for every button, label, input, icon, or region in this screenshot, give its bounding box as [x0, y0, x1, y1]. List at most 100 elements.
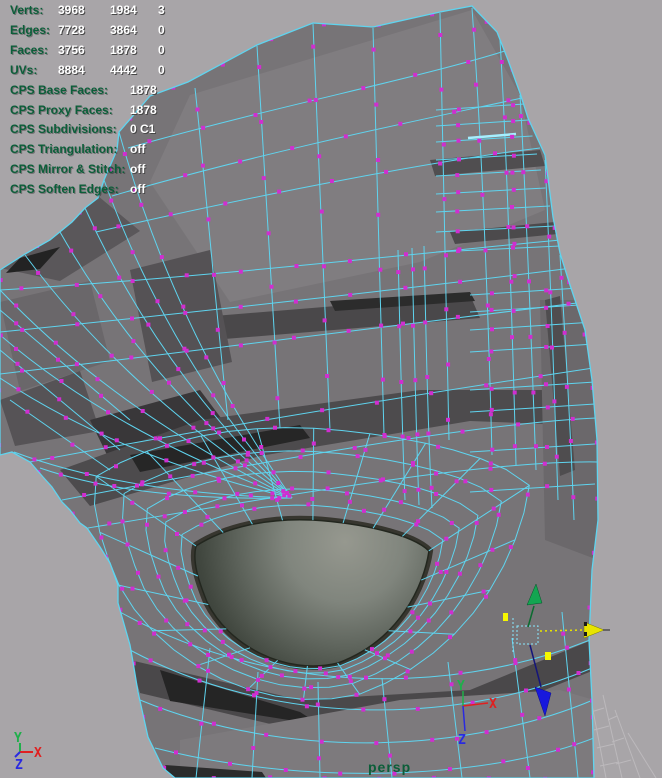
mesh-vertex[interactable]	[308, 99, 312, 103]
mesh-vertex[interactable]	[555, 455, 559, 459]
mesh-vertex[interactable]	[520, 713, 524, 717]
mesh-vertex[interactable]	[239, 305, 243, 309]
mesh-vertex[interactable]	[141, 409, 145, 413]
mesh-vertex[interactable]	[411, 461, 415, 465]
mesh-vertex[interactable]	[425, 375, 429, 379]
mesh-vertex[interactable]	[93, 226, 97, 230]
mesh-vertex[interactable]	[242, 438, 246, 442]
mesh-vertex[interactable]	[160, 255, 164, 259]
mesh-vertex[interactable]	[439, 570, 443, 574]
mesh-vertex[interactable]	[202, 461, 206, 465]
mesh-vertex[interactable]	[221, 640, 225, 644]
mesh-vertex[interactable]	[260, 451, 264, 455]
mesh-vertex[interactable]	[152, 632, 156, 636]
mesh-vertex[interactable]	[211, 411, 215, 415]
mesh-vertex[interactable]	[567, 302, 571, 306]
mesh-vertex[interactable]	[117, 276, 121, 280]
mesh-vertex[interactable]	[416, 519, 420, 523]
mesh-vertex[interactable]	[572, 742, 576, 746]
mesh-vertex[interactable]	[475, 521, 479, 525]
mesh-vertex[interactable]	[436, 445, 440, 449]
mesh-vertex[interactable]	[240, 658, 244, 662]
mesh-vertex[interactable]	[295, 264, 299, 268]
mesh-vertex[interactable]	[227, 653, 231, 657]
mesh-vertex[interactable]	[492, 507, 496, 511]
mesh-vertex[interactable]	[196, 664, 200, 668]
mesh-vertex[interactable]	[32, 457, 36, 461]
mesh-vertex[interactable]	[322, 264, 326, 268]
mesh-vertex[interactable]	[216, 328, 220, 332]
mesh-vertex[interactable]	[193, 490, 197, 494]
mesh-vertex[interactable]	[375, 651, 379, 655]
mesh-vertex[interactable]	[204, 421, 208, 425]
mesh-vertex[interactable]	[191, 474, 195, 478]
mesh-vertex[interactable]	[455, 173, 459, 177]
mesh-vertex[interactable]	[450, 682, 454, 686]
mesh-vertex[interactable]	[310, 497, 314, 501]
mesh-vertex[interactable]	[14, 347, 18, 351]
mesh-vertex[interactable]	[163, 514, 167, 518]
mesh-vertex[interactable]	[234, 466, 238, 470]
mesh-vertex[interactable]	[206, 217, 210, 221]
mesh-vertex[interactable]	[317, 154, 321, 158]
mesh-vertex[interactable]	[545, 484, 549, 488]
mesh-vertex[interactable]	[457, 157, 461, 161]
mesh-vertex[interactable]	[217, 479, 221, 483]
mesh-vertex[interactable]	[512, 188, 516, 192]
mesh-vertex[interactable]	[165, 496, 169, 500]
mesh-vertex[interactable]	[130, 501, 134, 505]
mesh-vertex[interactable]	[136, 571, 140, 575]
mesh-vertex[interactable]	[116, 224, 120, 228]
mesh-vertex[interactable]	[521, 170, 525, 174]
mesh-vertex[interactable]	[404, 676, 408, 680]
mesh-vertex[interactable]	[372, 48, 376, 52]
mesh-vertex[interactable]	[458, 280, 462, 284]
mesh-vertex[interactable]	[109, 199, 113, 203]
mesh-vertex[interactable]	[423, 320, 427, 324]
mesh-vertex[interactable]	[204, 355, 208, 359]
mesh-vertex[interactable]	[379, 324, 383, 328]
mesh-vertex[interactable]	[275, 396, 279, 400]
mesh-vertex[interactable]	[526, 493, 530, 497]
mesh-vertex[interactable]	[139, 203, 143, 207]
mesh-vertex[interactable]	[120, 587, 124, 591]
mesh-vertex[interactable]	[416, 488, 420, 492]
mesh-vertex[interactable]	[323, 318, 327, 322]
mesh-vertex[interactable]	[327, 470, 331, 474]
mesh-vertex[interactable]	[181, 305, 185, 309]
mesh-vertex[interactable]	[448, 767, 452, 771]
mesh-vertex[interactable]	[211, 393, 215, 397]
mesh-vertex[interactable]	[175, 532, 179, 536]
mesh-vertex[interactable]	[503, 115, 507, 119]
mesh-vertex[interactable]	[164, 548, 168, 552]
mesh-vertex[interactable]	[446, 363, 450, 367]
mesh-vertex[interactable]	[305, 704, 309, 708]
mesh-vertex[interactable]	[442, 197, 446, 201]
mesh-vertex[interactable]	[348, 259, 352, 263]
mesh-vertex[interactable]	[489, 350, 493, 354]
mesh-vertex[interactable]	[509, 280, 513, 284]
mesh-vertex[interactable]	[493, 151, 497, 155]
mesh-vertex[interactable]	[383, 656, 387, 660]
mesh-vertex[interactable]	[336, 675, 340, 679]
mesh-vertex[interactable]	[185, 273, 189, 277]
mesh-vertex[interactable]	[255, 691, 259, 695]
mesh-vertex[interactable]	[569, 439, 573, 443]
mesh-vertex[interactable]	[434, 492, 438, 496]
mesh-vertex[interactable]	[509, 545, 513, 549]
mesh-vertex[interactable]	[99, 536, 103, 540]
mesh-vertex[interactable]	[25, 410, 29, 414]
maya-viewport[interactable]: Y X Z Y X Z persp Verts: 3968 1984 3 Edg…	[0, 0, 662, 778]
mesh-vertex[interactable]	[364, 676, 368, 680]
mesh-vertex[interactable]	[444, 253, 448, 257]
mesh-vertex[interactable]	[96, 377, 100, 381]
mesh-vertex[interactable]	[527, 279, 531, 283]
mesh-vertex[interactable]	[543, 462, 547, 466]
mesh-vertex[interactable]	[330, 179, 334, 183]
mesh-vertex[interactable]	[294, 300, 298, 304]
mesh-vertex[interactable]	[388, 754, 392, 758]
mesh-vertex[interactable]	[531, 391, 535, 395]
mesh-vertex[interactable]	[511, 103, 515, 107]
mesh-vertex[interactable]	[115, 438, 119, 442]
mesh-vertex[interactable]	[490, 448, 494, 452]
